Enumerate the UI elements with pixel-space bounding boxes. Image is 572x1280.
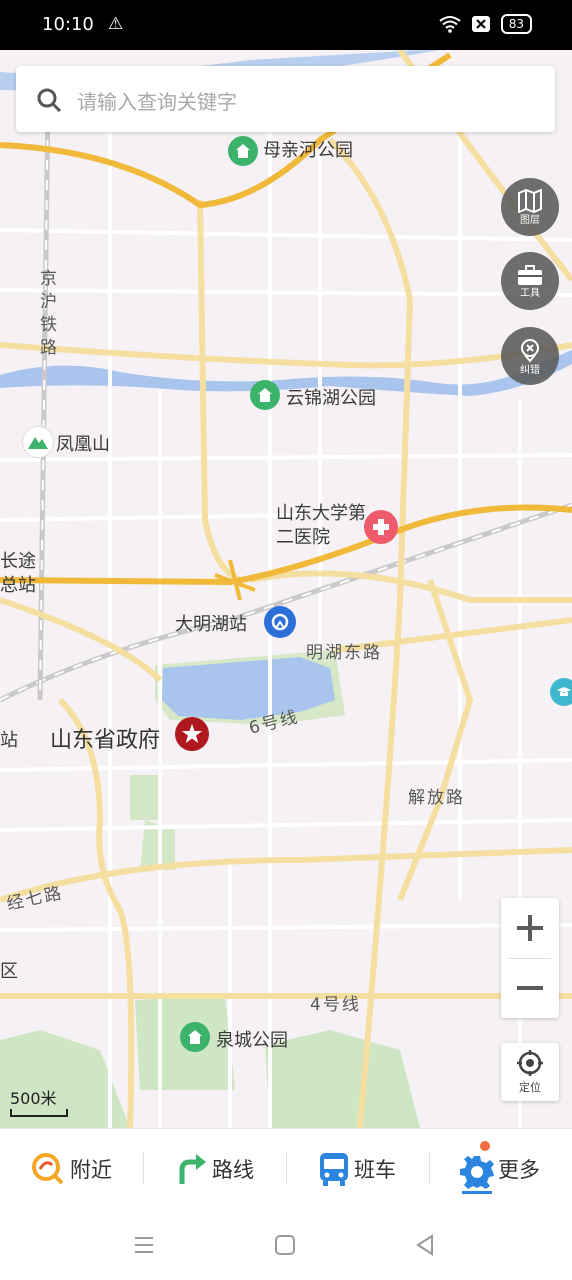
warning-icon: ⚠ [108, 14, 124, 34]
bottom-tab-bar: 附近 路线 班车 更多 [0, 1128, 572, 1211]
label-line4: 4号线 [310, 995, 361, 1015]
status-time: 10:10 [42, 14, 94, 35]
more-icon-wrap [460, 1141, 494, 1194]
tab-more[interactable]: 更多 [460, 1141, 540, 1194]
status-bar: 10:10 ⚠ 83 [0, 0, 572, 50]
tab-nearby-label: 附近 [70, 1158, 112, 1182]
label-edge-station: 站 [0, 730, 18, 751]
label-quancheng-park[interactable]: 泉城公园 [216, 1026, 288, 1052]
tab-nearby[interactable]: 附近 [30, 1145, 112, 1193]
back-icon[interactable] [414, 1234, 436, 1256]
map-canvas [0, 50, 572, 1128]
system-nav-bar [0, 1210, 572, 1280]
label-shandong-univ-hospital[interactable]: 山东大学第二医院 [276, 502, 366, 550]
status-icons: 83 [439, 14, 532, 34]
correction-label: 纠错 [520, 364, 540, 376]
more-underline [462, 1191, 492, 1194]
park-icon [180, 1022, 210, 1052]
zoom-out-button[interactable] [501, 958, 559, 1018]
locate-label: 定位 [519, 1081, 541, 1094]
tab-separator [429, 1151, 430, 1185]
hospital-icon [364, 510, 398, 544]
label-fenghuangshan[interactable]: 凤凰山 [56, 430, 110, 456]
tab-route[interactable]: 路线 [176, 1145, 254, 1193]
label-changtu[interactable]: 长途总站 [0, 550, 40, 598]
metro-icon [264, 606, 296, 638]
label-provincial-gov[interactable]: 山东省政府 [50, 722, 160, 754]
tab-bus-label: 班车 [354, 1158, 396, 1182]
label-jiefang-road: 解放路 [408, 788, 465, 808]
search-icon [37, 88, 62, 113]
tab-bus[interactable]: 班车 [318, 1145, 396, 1193]
tools-label: 工具 [520, 287, 540, 299]
government-star-icon [175, 717, 209, 751]
sim-off-icon [471, 16, 490, 32]
scale-bar [10, 1109, 68, 1117]
mountain-icon [22, 426, 54, 458]
plus-icon [517, 915, 543, 941]
map-view[interactable]: 母亲河公园 京沪铁路 云锦湖公园 凤凰山 山东大学第二医院 长途总站 大明湖站 … [0, 50, 572, 1128]
layers-label: 图层 [520, 214, 540, 226]
notification-dot [480, 1141, 490, 1151]
search-box[interactable]: 请输入查询关键字 [16, 66, 555, 132]
label-yunjinhu-park[interactable]: 云锦湖公园 [286, 384, 376, 410]
park-icon [228, 136, 258, 166]
label-minghu-east-road: 明湖东路 [306, 643, 382, 663]
search-placeholder[interactable]: 请输入查询关键字 [77, 86, 237, 115]
tab-separator [143, 1151, 144, 1185]
label-daminghu-station[interactable]: 大明湖站 [175, 610, 247, 636]
nearby-search-icon [32, 1153, 64, 1185]
zoom-control [501, 898, 559, 1018]
toolbox-icon [518, 264, 542, 285]
correction-button[interactable]: 纠错 [501, 327, 559, 385]
map-layers-icon [518, 188, 542, 213]
wifi-icon [439, 16, 461, 33]
layers-button[interactable]: 图层 [501, 178, 559, 236]
map-scale: 500米 [10, 1085, 68, 1117]
tab-route-label: 路线 [212, 1158, 254, 1182]
tab-separator [286, 1151, 287, 1185]
zoom-in-button[interactable] [501, 898, 559, 958]
school-icon [550, 678, 572, 706]
bus-icon [320, 1153, 348, 1186]
home-icon[interactable] [274, 1234, 296, 1256]
minus-icon [517, 986, 543, 990]
battery-indicator: 83 [500, 14, 532, 34]
tools-button[interactable]: 工具 [501, 252, 559, 310]
locate-button[interactable]: 定位 [501, 1043, 559, 1101]
label-district: 区 [0, 961, 18, 982]
menu-icon[interactable] [133, 1234, 155, 1256]
park-icon [250, 380, 280, 410]
scale-label: 500米 [10, 1089, 57, 1108]
crosshair-icon [517, 1050, 543, 1076]
label-muqinhe-park[interactable]: 母亲河公园 [263, 136, 353, 162]
gear-icon [460, 1156, 494, 1189]
report-error-icon [521, 338, 539, 363]
route-arrow-icon [179, 1154, 206, 1184]
label-jinghu-railway: 京沪铁路 [40, 269, 59, 358]
tab-more-label: 更多 [498, 1158, 540, 1182]
